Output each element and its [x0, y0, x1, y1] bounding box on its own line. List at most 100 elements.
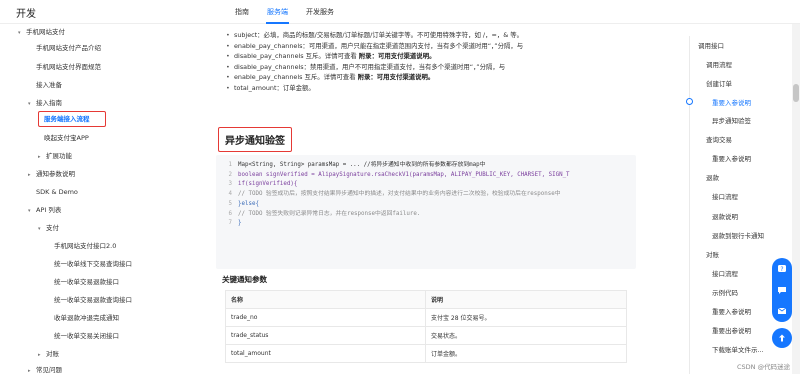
sidebar-item-ui-spec[interactable]: 手机网站支付界面规范 [36, 62, 101, 72]
toc-item[interactable]: 异步通知验签 [712, 115, 751, 125]
sidebar-item-preparation[interactable]: 接入准备 [36, 80, 62, 90]
column-header-desc: 说明 [425, 290, 627, 309]
scrollbar-track[interactable] [792, 24, 800, 374]
sidebar-item-faq[interactable]: ▸ 常见问题 [28, 365, 62, 374]
sidebar-item-refund-notify[interactable]: 收单退款冲退完成通知 [54, 313, 119, 323]
arrow-up-icon [779, 334, 785, 342]
toc-item[interactable]: 创建订单 [706, 78, 732, 88]
appendix-link[interactable]: 附录：可用支付渠道说明。 [358, 73, 435, 81]
code-line: 5}else{ [228, 200, 259, 207]
sidebar-item-close-api[interactable]: 统一收单交易关闭接口 [54, 331, 119, 341]
sidebar-item-label: API 列表 [36, 206, 62, 214]
sidebar-item-label: 手机网站支付产品介绍 [36, 44, 101, 52]
table-cell: trade_no [225, 308, 426, 327]
table-cell: 订单金额。 [425, 344, 627, 363]
mail-icon [777, 307, 787, 314]
scrollbar-thumb[interactable] [793, 84, 799, 102]
chevron-right-icon: ▸ [38, 154, 41, 160]
tab-dev-service[interactable]: 开发服务 [297, 0, 343, 24]
table-cell: total_amount [225, 344, 426, 363]
toc-item[interactable]: 接口流程 [712, 268, 738, 278]
brand-title[interactable]: 开发 [16, 5, 36, 20]
sidebar-item-extensions[interactable]: ▸ 扩展功能 [38, 151, 72, 162]
list-item: subject：必填，商品的标题/交易标题/订单标题/订单关键字等。不可使用特殊… [226, 30, 646, 41]
tab-server[interactable]: 服务端 [258, 0, 297, 24]
sidebar-item-label: 接入指南 [36, 99, 62, 107]
table-header-row: 名称 说明 [225, 290, 627, 309]
toc-item[interactable]: 示例代码 [712, 287, 738, 297]
toc-item[interactable]: 退款 [706, 172, 719, 182]
sidebar-item-integration-guide[interactable]: ▾ 接入指南 [28, 98, 62, 109]
param-bullet-list: subject：必填，商品的标题/交易标题/订单标题/订单关键字等。不可使用特殊… [226, 30, 646, 93]
sidebar-item-notify-params[interactable]: ▸ 通知参数说明 [28, 169, 75, 180]
chat-button[interactable] [772, 280, 792, 300]
code-line: 2 boolean signVerified = AlipaySignature.… [228, 171, 570, 178]
floating-action-group: ? [772, 258, 792, 322]
chat-icon [778, 287, 786, 294]
sidebar-item-label: 统一收单线下交易查询接口 [54, 260, 132, 268]
sidebar-item-label: 通知参数说明 [36, 170, 75, 178]
code-block[interactable]: 1 Map<String, String> paramsMap = ... //将… [216, 155, 636, 269]
main-content: subject：必填，商品的标题/交易标题/订单标题/订单关键字等。不可使用特殊… [202, 24, 662, 374]
appendix-link[interactable]: 附录：可用支付渠道说明。 [359, 52, 436, 60]
toc-item[interactable]: 对账 [706, 249, 719, 259]
toc-item[interactable]: 查询交易 [706, 134, 732, 144]
toc-item[interactable]: 重要出参说明 [712, 325, 751, 335]
sidebar-item-product-intro[interactable]: 手机网站支付产品介绍 [36, 43, 101, 53]
sidebar-item-refund-api[interactable]: 统一收单交易退款接口 [54, 277, 119, 287]
table-cell: trade_status [225, 326, 426, 345]
sidebar-item-label: 统一收单交易退款接口 [54, 278, 119, 286]
code-line: 4// TODO 验签成功后，按照支付结果异步通知中的描述，对支付结果中的业务内… [228, 191, 561, 198]
sidebar-item-label: 对账 [46, 350, 59, 358]
sidebar-item-label: 扩展功能 [46, 152, 72, 160]
table-row: total_amount 订单金额。 [225, 344, 627, 363]
table-cell: 交易状态。 [425, 326, 627, 345]
sidebar-item-query-api[interactable]: 统一收单线下交易查询接口 [54, 259, 132, 269]
sidebar-item-pay[interactable]: ▾ 支付 [38, 223, 59, 234]
tab-guide[interactable]: 指南 [226, 0, 258, 24]
toc-item[interactable]: 重要入参说明 [712, 306, 751, 316]
top-bar: 开发 指南 服务端 开发服务 [0, 0, 800, 24]
chevron-down-icon: ▾ [28, 101, 31, 107]
toc-item[interactable]: 调用接口 [698, 40, 724, 50]
feedback-button[interactable] [772, 301, 792, 321]
sidebar-item-label: 手机网站支付界面规范 [36, 63, 101, 71]
table-row: trade_no 支付宝 28 位交易号。 [225, 308, 627, 327]
toc-item-active[interactable]: 重要入参说明 [712, 97, 751, 107]
column-header-name: 名称 [225, 290, 426, 309]
toc-rail [689, 36, 690, 374]
sidebar-item-invoke-app[interactable]: 唤起支付宝APP [44, 133, 89, 143]
table-cell: 支付宝 28 位交易号。 [425, 308, 627, 327]
sidebar-item-label: 统一收单交易关闭接口 [54, 332, 119, 340]
code-line: 7} [228, 220, 242, 227]
sidebar-item-pay-api[interactable]: 手机网站支付接口2.0 [54, 241, 116, 251]
help-button[interactable]: ? [772, 259, 792, 279]
sidebar-item-sdk-demo[interactable]: SDK & Demo [36, 187, 78, 197]
toc-item[interactable]: 下载账单文件示... [712, 344, 764, 354]
toc-item[interactable]: 退款说明 [712, 211, 738, 221]
sidebar-item-label: 收单退款冲退完成通知 [54, 314, 119, 322]
sidebar-item-label: 接入准备 [36, 81, 62, 89]
sidebar-item-label: 服务端接入流程 [44, 115, 90, 123]
sidebar-item-reconcile[interactable]: ▸ 对账 [38, 349, 59, 360]
sidebar-item-refund-query-api[interactable]: 统一收单交易退款查询接口 [54, 295, 132, 305]
toc-item[interactable]: 接口流程 [712, 191, 738, 201]
toc-item[interactable]: 重要入参说明 [712, 153, 751, 163]
back-to-top-button[interactable] [772, 328, 792, 348]
table-row: trade_status 交易状态。 [225, 326, 627, 345]
chevron-down-icon: ▾ [38, 226, 41, 232]
toc-item[interactable]: 调用流程 [706, 59, 732, 69]
chevron-right-icon: ▸ [38, 352, 41, 358]
sidebar-item-server-flow[interactable]: 服务端接入流程 [44, 114, 90, 124]
toc-item[interactable]: 退款到银行卡通知 [712, 230, 764, 240]
sidebar-item-api-list[interactable]: ▾ API 列表 [28, 205, 61, 216]
params-table: 名称 说明 trade_no 支付宝 28 位交易号。 trade_status… [225, 290, 627, 363]
svg-text:?: ? [780, 266, 783, 273]
code-line: 6// TODO 验签失败则记录异常日志，并在response中返回failur… [228, 210, 421, 217]
list-item-continuation: disable_pay_channels 互斥。详情可查看 附录：可用支付渠道说… [226, 51, 646, 62]
sidebar-item-label: 手机网站支付 [26, 28, 65, 36]
sidebar-item-mobile-web-pay[interactable]: ▾ 手机网站支付 [18, 27, 65, 38]
sidebar-item-label: 常见问题 [36, 366, 62, 374]
sidebar-item-label: SDK & Demo [36, 188, 78, 196]
list-item: enable_pay_channels：可用渠道，用户只能在指定渠道范围内支付，… [226, 41, 646, 52]
